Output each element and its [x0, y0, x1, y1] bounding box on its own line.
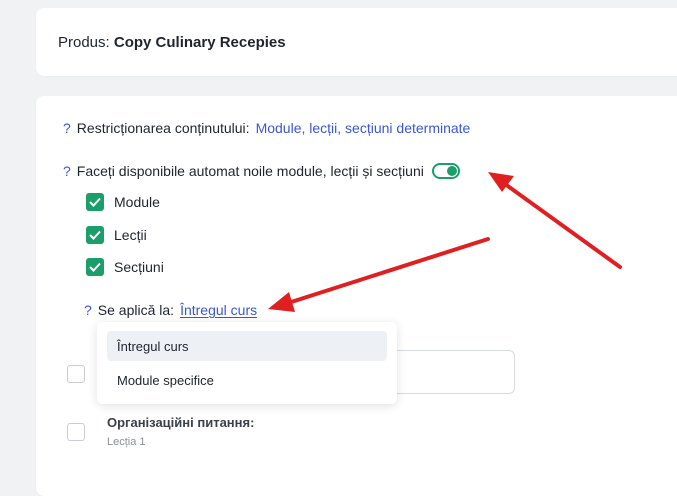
- restriction-label: Restricționarea conținutului:: [76, 120, 250, 136]
- help-icon[interactable]: ?: [63, 163, 71, 179]
- option-module[interactable]: Module: [86, 193, 160, 211]
- toggle-knob: [446, 166, 457, 176]
- option-label: Lecții: [114, 227, 147, 243]
- dropdown-option-specific-modules[interactable]: Module specifice: [107, 365, 387, 395]
- dropdown-option-whole-course[interactable]: Întregul curs: [107, 331, 387, 361]
- auto-available-label: Faceți disponibile automat noile module,…: [76, 163, 424, 179]
- restriction-value-link[interactable]: Module, lecții, secțiuni determinate: [256, 120, 471, 136]
- option-label: Module: [114, 194, 160, 210]
- product-line: Produs: Copy Culinary Recepies: [58, 34, 286, 51]
- applies-to-label: Se aplică la:: [97, 302, 175, 318]
- option-label: Secțiuni: [114, 259, 164, 275]
- checkbox-checked-icon[interactable]: [86, 258, 104, 276]
- lesson-checkbox[interactable]: [67, 365, 85, 383]
- product-card: Produs: Copy Culinary Recepies: [36, 8, 677, 76]
- option-sectiuni[interactable]: Secțiuni: [86, 258, 164, 276]
- auto-available-toggle[interactable]: [431, 163, 460, 179]
- applies-to-select[interactable]: Întregul curs: [180, 302, 257, 318]
- auto-available-row: ? Faceți disponibile automat noile modul…: [63, 163, 460, 179]
- lesson-subtitle: Lecția 1: [107, 436, 146, 448]
- help-icon[interactable]: ?: [84, 302, 92, 318]
- product-name: Copy Culinary Recepies: [113, 34, 286, 51]
- product-label: Produs:: [58, 34, 110, 51]
- applies-to-dropdown: Întregul curs Module specifice: [97, 322, 397, 404]
- lesson-title: Організаційні питання:: [107, 415, 255, 430]
- lesson-checkbox[interactable]: [67, 423, 85, 441]
- help-icon[interactable]: ?: [63, 120, 71, 136]
- checkbox-checked-icon[interactable]: [86, 226, 104, 244]
- applies-to-row: ? Se aplică la: Întregul curs: [84, 302, 257, 318]
- restriction-row: ? Restricționarea conținutului: Module, …: [63, 120, 470, 136]
- option-lectii[interactable]: Lecții: [86, 226, 147, 244]
- checkbox-checked-icon[interactable]: [86, 193, 104, 211]
